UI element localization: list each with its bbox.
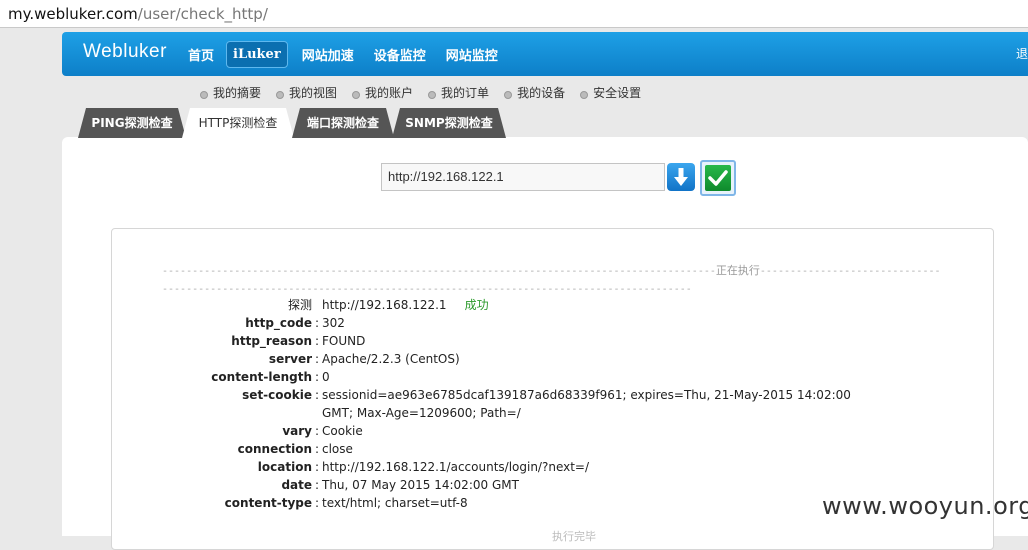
- header-row: set-cookie: sessionid=ae963e6785dcaf13918…: [162, 386, 882, 422]
- subnav-item-summary[interactable]: 我的摘要: [200, 84, 261, 101]
- header-value: text/html; charset=utf-8: [322, 496, 468, 510]
- header-value: 302: [322, 316, 345, 330]
- probe-status: 成功: [464, 298, 489, 312]
- url-input[interactable]: http://192.168.122.1: [381, 163, 665, 191]
- header-row: content-type: text/html; charset=utf-8: [162, 494, 882, 512]
- watermark: www.wooyun.org: [822, 492, 1028, 520]
- header-row: connection: close: [162, 440, 882, 458]
- address-bar[interactable]: my.webluker.com/user/check_http/: [0, 0, 1028, 28]
- header-value: Thu, 07 May 2015 14:02:00 GMT: [322, 478, 519, 492]
- result-rows: 探测 http://192.168.122.1 成功 http_code:302 …: [162, 296, 882, 512]
- header-row: http_reason: FOUND: [162, 332, 882, 350]
- subnav-item-security[interactable]: 安全设置: [580, 84, 641, 101]
- submit-button-face: [705, 165, 731, 191]
- tab-ping[interactable]: PING探测检查: [78, 108, 186, 138]
- header-key: server: [268, 352, 312, 366]
- header-key: connection: [237, 442, 312, 456]
- header-row: content-length:0: [162, 368, 882, 386]
- url-path: /user/check_http/: [137, 5, 268, 23]
- header-key: content-length: [211, 370, 312, 384]
- probe-target: http://192.168.122.1: [322, 298, 447, 312]
- running-label: 正在执行: [715, 264, 760, 277]
- main-nav: 首页 iLuker 网站加速 设备监控 网站监控: [188, 32, 518, 76]
- bullet-icon: [504, 90, 513, 99]
- bullet-icon: [352, 90, 361, 99]
- header-row: location: http://192.168.122.1/accounts/l…: [162, 458, 882, 476]
- bullet-icon: [580, 90, 589, 99]
- subnav-item-devices[interactable]: 我的设备: [504, 84, 565, 101]
- header-value: close: [322, 442, 353, 456]
- probe-label: 探测: [287, 298, 312, 312]
- header-value: 0: [322, 370, 330, 384]
- header-key: vary: [282, 424, 312, 438]
- completed-label: 执行完毕: [552, 530, 596, 543]
- nav-site-monitor[interactable]: 网站监控: [446, 45, 498, 64]
- arrow-down-icon: [674, 168, 688, 186]
- bullet-icon: [428, 90, 437, 99]
- tab-http[interactable]: HTTP探测检查: [182, 108, 294, 138]
- bullet-icon: [200, 90, 208, 99]
- header-key: http_code: [245, 316, 312, 330]
- site-logo[interactable]: Webluker: [83, 41, 167, 63]
- header-row: http_code:302: [162, 314, 882, 332]
- checkmark-icon: [708, 170, 728, 186]
- header-key: location: [257, 460, 312, 474]
- tab-snmp[interactable]: SNMP探测检查: [392, 108, 506, 138]
- bullet-icon: [276, 90, 285, 99]
- nav-home[interactable]: 首页: [188, 45, 214, 64]
- progress-divider: ----------------------------------------…: [162, 264, 941, 295]
- subnav-item-orders[interactable]: 我的订单: [428, 84, 489, 101]
- header-value: FOUND: [322, 334, 366, 348]
- header-value: http://192.168.122.1/accounts/login/?nex…: [322, 460, 590, 474]
- logout-link[interactable]: 退: [1016, 45, 1028, 62]
- submit-button[interactable]: [700, 160, 736, 196]
- dropdown-button[interactable]: [667, 163, 695, 191]
- nav-device-monitor[interactable]: 设备监控: [374, 45, 426, 64]
- probe-row: 探测 http://192.168.122.1 成功: [162, 296, 882, 314]
- header-value: sessionid=ae963e6785dcaf139187a6d68339f9…: [322, 388, 851, 420]
- header-row: date: Thu, 07 May 2015 14:02:00 GMT: [162, 476, 882, 494]
- header-key: date: [281, 478, 312, 492]
- header-value: Cookie: [322, 424, 363, 438]
- header-row: vary: Cookie: [162, 422, 882, 440]
- header-key: set-cookie: [242, 388, 312, 402]
- site-header: Webluker 首页 iLuker 网站加速 设备监控 网站监控 退: [62, 32, 1028, 76]
- header-value: Apache/2.2.3 (CentOS): [322, 352, 460, 366]
- url-host: my.webluker.com: [8, 5, 138, 23]
- header-key: content-type: [224, 496, 312, 510]
- header-key: http_reason: [231, 334, 312, 348]
- tab-port[interactable]: 端口探测检查: [292, 108, 394, 138]
- nav-site-acceleration[interactable]: 网站加速: [302, 45, 354, 64]
- header-row: server: Apache/2.2.3 (CentOS): [162, 350, 882, 368]
- sub-nav: 我的摘要 我的视图 我的账户 我的订单 我的设备 安全设置: [200, 84, 656, 101]
- nav-iluker[interactable]: iLuker: [226, 40, 288, 68]
- subnav-item-account[interactable]: 我的账户: [352, 84, 413, 101]
- subnav-item-views[interactable]: 我的视图: [276, 84, 337, 101]
